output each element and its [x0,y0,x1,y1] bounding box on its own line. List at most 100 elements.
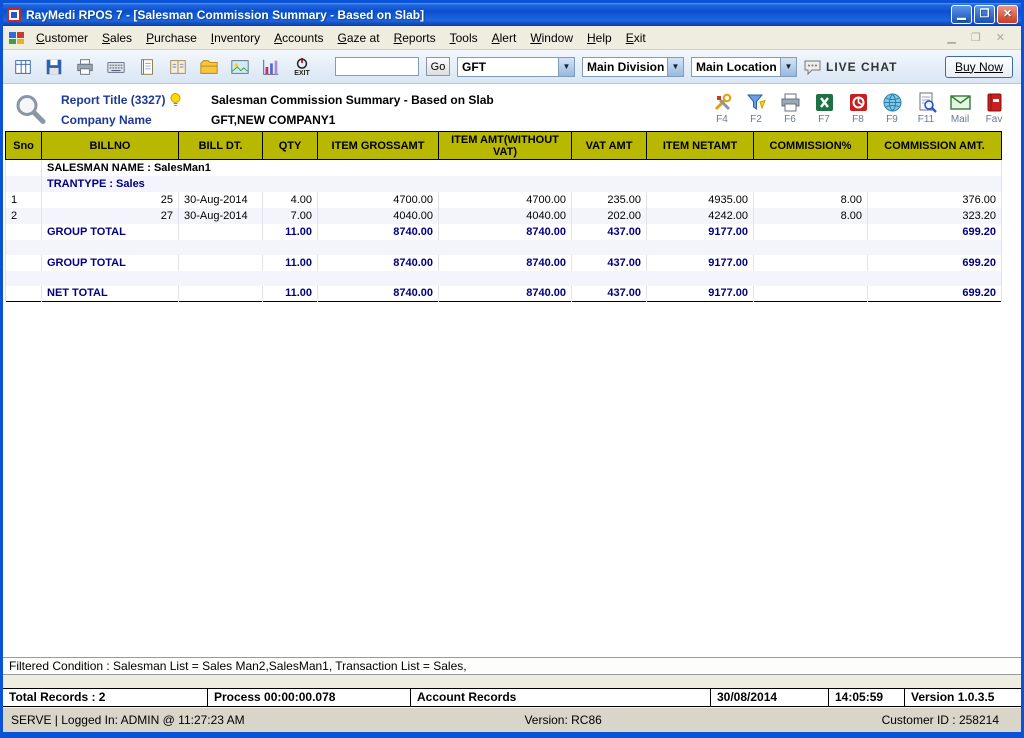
filter-button[interactable]: F2 [743,92,769,125]
action-label: F2 [750,114,762,125]
column-header-commission-pct[interactable]: COMMISSION% [754,132,868,160]
company-name-value: GFT,NEW COMPANY1 [211,113,494,127]
excel-export-button[interactable]: F7 [811,92,837,125]
bulb-icon [169,92,182,107]
logged-in-info: SERVE | Logged In: ADMIN @ 11:27:23 AM [11,713,245,727]
report-title-label: Report Title (3327) [61,92,211,107]
table-header-row: Sno BILLNO BILL DT. QTY ITEM GROSSAMT IT… [6,132,1002,160]
quick-search-input[interactable] [335,57,419,76]
trantype-group-label: TRANTYPE : Sales [42,176,1002,192]
chart-icon[interactable] [259,53,283,81]
menu-item-sales[interactable]: Sales [95,28,139,48]
column-header-item-grossamt[interactable]: ITEM GROSSAMT [318,132,439,160]
total-gross: 8740.00 [318,286,439,302]
image-icon[interactable] [228,53,252,81]
bottom-bar: SERVE | Logged In: ADMIN @ 11:27:23 AM V… [3,707,1021,732]
division-select[interactable]: Main Division ▼ [582,57,684,77]
menu-item-reports[interactable]: Reports [387,28,443,48]
register-book-icon[interactable] [166,53,190,81]
menu-bar: Customer Sales Purchase Inventory Accoun… [3,26,1021,50]
column-header-sno[interactable]: Sno [6,132,42,160]
app-version: Version: RC86 [524,713,601,727]
filtered-condition: Filtered Condition : Salesman List = Sal… [3,657,1021,675]
total-vat: 437.00 [572,286,647,302]
action-label: F4 [716,114,728,125]
column-header-bill-dt[interactable]: BILL DT. [179,132,263,160]
company-name-label: Company Name [61,113,211,127]
content-filler [3,302,1021,657]
report-title-value: Salesman Commission Summary - Based on S… [211,93,494,107]
group-total-row: GROUP TOTAL 11.00 8740.00 8740.00 437.00… [6,255,1002,271]
column-header-qty[interactable]: QTY [263,132,318,160]
location-select-value: Main Location [692,60,780,74]
minimize-button[interactable]: ▁ [951,5,972,24]
company-select-value: GFT [458,60,558,74]
restore-button[interactable]: ❐ [974,5,995,24]
folder-icon[interactable] [197,53,221,81]
mail-button[interactable]: Mail [947,92,973,125]
status-bar: Total Records : 2 Process 00:00:00.078 A… [3,688,1021,707]
preview-button[interactable]: F11 [913,92,939,125]
exit-icon[interactable]: EXIT [290,53,314,81]
reports-grid-icon[interactable] [11,53,35,81]
menu-item-accounts[interactable]: Accounts [267,28,330,48]
column-header-item-netamt[interactable]: ITEM NETAMT [647,132,754,160]
salesman-group-label: SALESMAN NAME : SalesMan1 [42,160,1002,176]
ledger-icon[interactable] [135,53,159,81]
column-header-vat-amt[interactable]: VAT AMT [572,132,647,160]
print-report-button[interactable]: F6 [777,92,803,125]
menu-item-help[interactable]: Help [580,28,619,48]
app-window: RayMedi RPOS 7 - [Salesman Commission Su… [0,0,1024,738]
action-label: F9 [886,114,898,125]
mdi-child-icon [8,30,26,46]
cell-amt-wo-vat: 4700.00 [439,192,572,208]
action-label: F7 [818,114,830,125]
menu-item-inventory[interactable]: Inventory [204,28,267,48]
exit-icon-label: EXIT [294,70,310,77]
cell-sno: 1 [6,192,42,208]
save-icon[interactable] [42,53,66,81]
trantype-group-header-row[interactable]: TRANTYPE : Sales [6,176,1002,192]
menu-item-gaze-at[interactable]: Gaze at [331,28,387,48]
table-row[interactable]: 2 27 30-Aug-2014 7.00 4040.00 4040.00 20… [6,208,1002,224]
toolbar: EXIT Go GFT ▼ Main Division ▼ Main Locat… [3,50,1021,84]
menu-item-tools[interactable]: Tools [443,28,485,48]
live-chat-label: LIVE CHAT [826,60,897,74]
close-button[interactable]: ✕ [997,5,1018,24]
menu-item-alert[interactable]: Alert [485,28,524,48]
pdf-export-button[interactable]: F8 [845,92,871,125]
division-select-value: Main Division [583,60,667,74]
magnifier-icon [13,92,47,127]
settings-button[interactable]: F4 [709,92,735,125]
html-export-button[interactable]: F9 [879,92,905,125]
status-total-records: Total Records : 2 [3,689,208,706]
total-net: 9177.00 [647,286,754,302]
net-total-row: NET TOTAL 11.00 8740.00 8740.00 437.00 9… [6,286,1002,302]
app-icon [6,7,22,23]
cell-bill-dt: 30-Aug-2014 [179,192,263,208]
footer-gap [3,675,1021,688]
print-icon[interactable] [73,53,97,81]
live-chat-link[interactable]: LIVE CHAT [804,59,897,75]
menu-item-window[interactable]: Window [523,28,580,48]
favorite-button[interactable]: Fav [981,92,1007,125]
column-header-commission-amt[interactable]: COMMISSION AMT. [868,132,1002,160]
column-header-billno[interactable]: BILLNO [42,132,179,160]
keyboard-icon[interactable] [104,53,128,81]
menu-item-customer[interactable]: Customer [29,28,95,48]
location-select[interactable]: Main Location ▼ [691,57,797,77]
cell-sno: 2 [6,208,42,224]
menu-item-purchase[interactable]: Purchase [139,28,204,48]
status-account-records: Account Records [411,689,711,706]
status-version: Version 1.0.3.5 [905,689,1021,706]
go-button[interactable]: Go [426,57,450,76]
company-select[interactable]: GFT ▼ [457,57,575,77]
salesman-group-header-row[interactable]: SALESMAN NAME : SalesMan1 [6,160,1002,176]
table-row[interactable]: 1 25 30-Aug-2014 4.00 4700.00 4700.00 23… [6,192,1002,208]
mdi-window-controls[interactable]: ▁ ❐ ✕ [947,31,1019,44]
chevron-down-icon: ▼ [558,58,574,76]
column-header-item-amt-without-vat[interactable]: ITEM AMT(WITHOUT VAT) [439,132,572,160]
buy-now-button[interactable]: Buy Now [945,56,1013,78]
cell-vat: 202.00 [572,208,647,224]
menu-item-exit[interactable]: Exit [619,28,653,48]
